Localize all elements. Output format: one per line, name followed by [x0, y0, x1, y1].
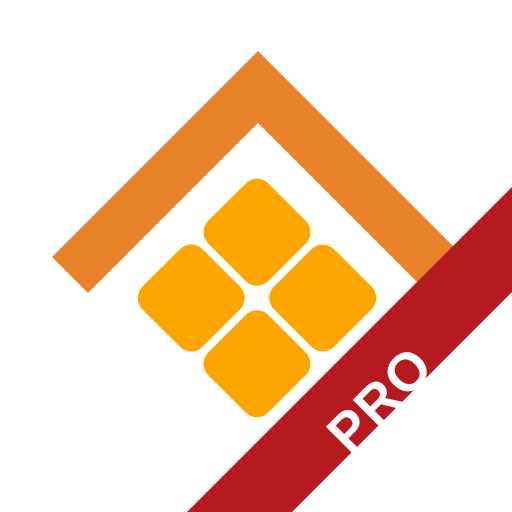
- app-icon: PRO: [0, 0, 512, 512]
